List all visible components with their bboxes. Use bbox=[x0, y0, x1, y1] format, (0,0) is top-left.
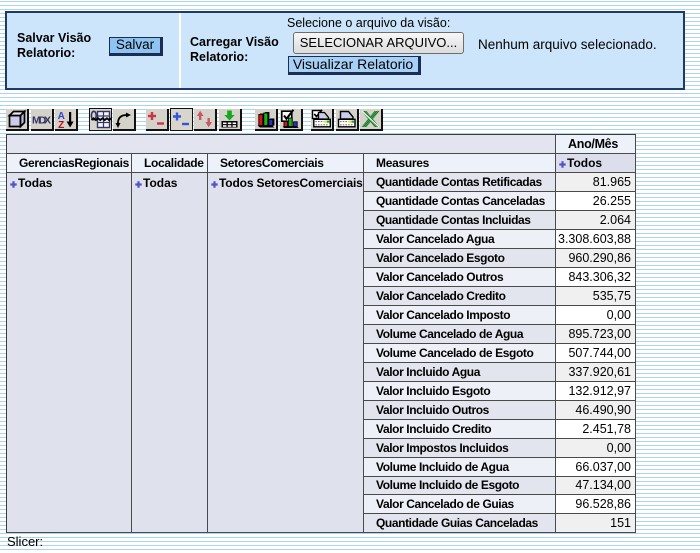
svg-text:Z: Z bbox=[58, 120, 64, 129]
svg-text:MDX: MDX bbox=[32, 115, 51, 127]
